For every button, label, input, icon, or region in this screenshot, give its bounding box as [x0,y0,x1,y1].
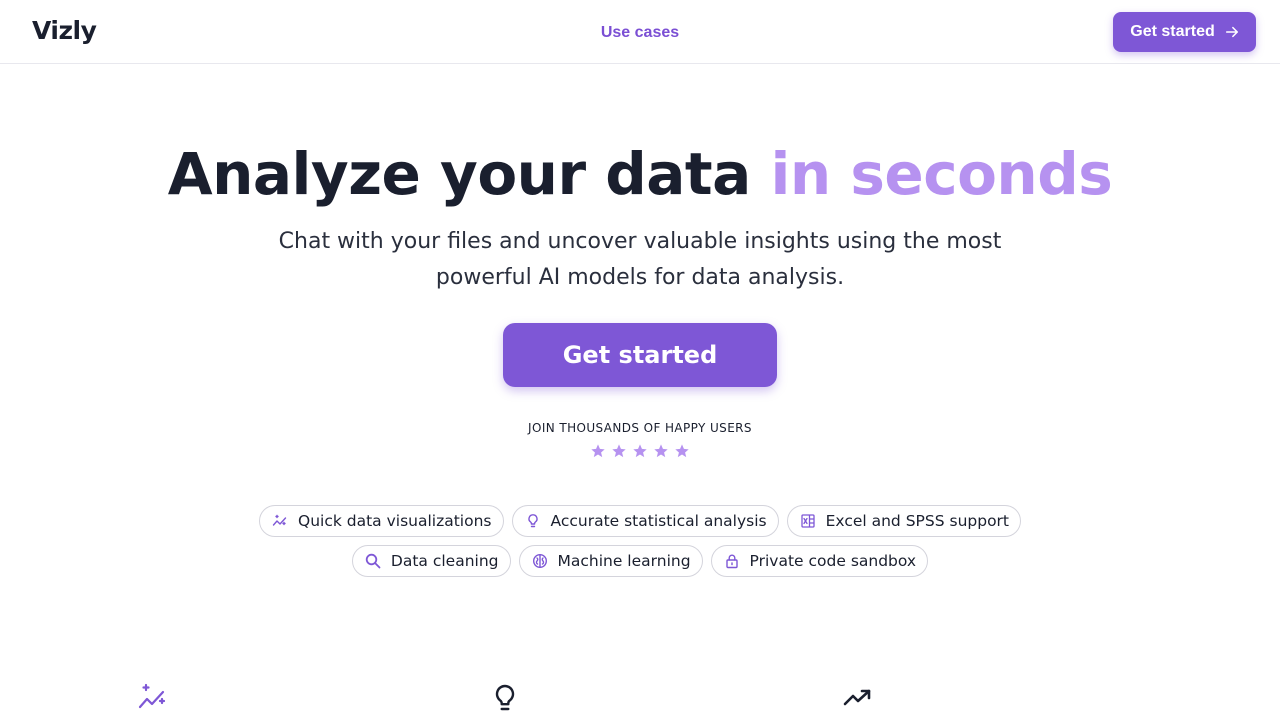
hero-title-main: Analyze your data [167,140,771,208]
feature-pill-code-sandbox[interactable]: Private code sandbox [710,545,929,577]
header-get-started-button[interactable]: Get started [1113,12,1256,52]
feature-pill-excel-spss[interactable]: Excel and SPSS support [786,505,1021,537]
nav-link-use-cases[interactable]: Use cases [601,24,679,41]
star-icon [675,444,689,458]
feature-pills-row-1: Quick data visualizations Accurate stati… [0,505,1280,537]
sparkle-chart-icon [272,514,287,526]
feature-pill-label: Excel and SPSS support [825,512,1009,530]
feature-pills-row-2: Data cleaning Machine learning Private c… [0,545,1280,577]
sparkle-chart-icon [138,683,166,709]
star-icon [591,444,605,458]
arrow-right-icon [1225,26,1238,38]
brain-icon [532,553,547,569]
feature-pill-label: Machine learning [557,552,691,570]
feature-pill-label: Data cleaning [390,552,499,570]
lightbulb-icon [495,684,515,711]
star-icon [633,444,647,458]
feature-pill-label: Accurate statistical analysis [550,512,767,530]
header-get-started-label: Get started [1130,23,1215,40]
rating-stars [590,443,690,459]
feature-pill-data-cleaning[interactable]: Data cleaning [351,545,511,577]
hero-get-started-button[interactable]: Get started [503,323,777,387]
hero-title-accent: in seconds [770,140,1113,208]
lock-icon [725,554,738,569]
feature-pill-label: Private code sandbox [749,552,917,570]
star-icon [654,444,668,458]
trending-up-icon [843,689,871,706]
excel-file-icon [800,514,815,528]
lightbulb-icon [527,514,538,528]
feature-pill-visualizations[interactable]: Quick data visualizations [259,505,504,537]
search-icon [365,553,381,569]
feature-pill-label: Quick data visualizations [298,512,492,530]
hero-get-started-label: Get started [562,341,718,369]
social-proof-text: JOIN THOUSANDS OF HAPPY USERS [528,421,752,435]
nav-links: Use cases [0,22,1280,42]
logo[interactable]: Vizly [32,16,97,45]
star-icon [612,444,626,458]
top-nav: Vizly Use cases Get started [0,0,1280,64]
feature-pill-machine-learning[interactable]: Machine learning [518,545,703,577]
hero-title: Analyze your data in seconds [0,140,1280,208]
hero-subtitle: Chat with your files and uncover valuabl… [278,229,1002,290]
feature-pill-statistics[interactable]: Accurate statistical analysis [511,505,779,537]
